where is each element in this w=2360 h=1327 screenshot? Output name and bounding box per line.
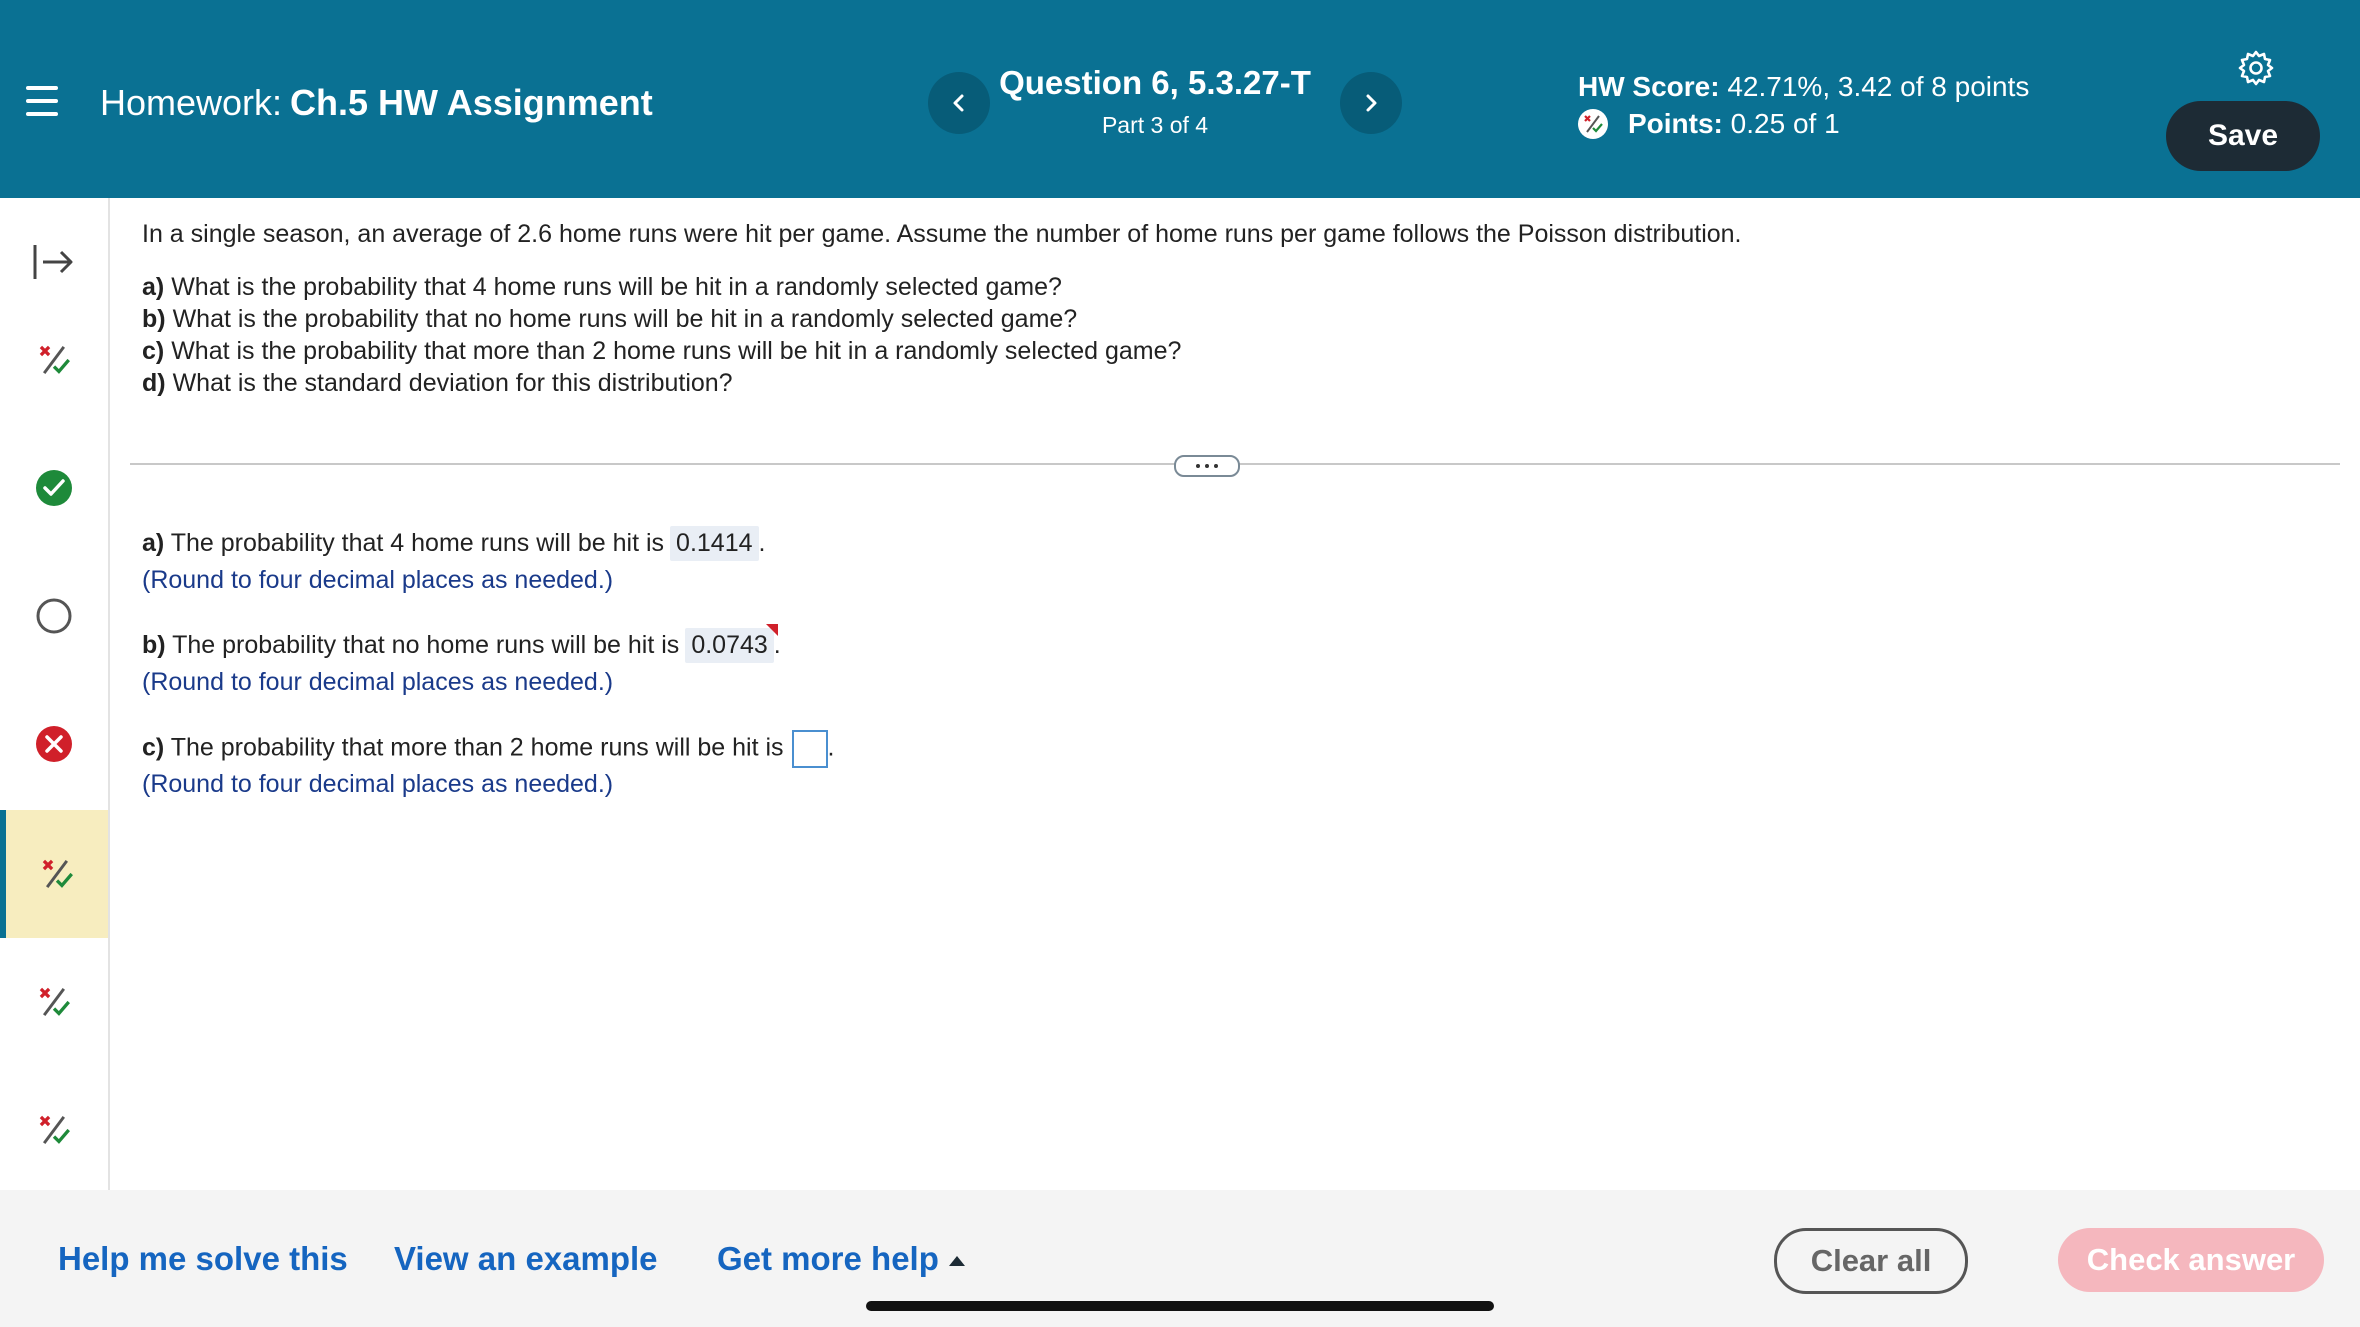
points-value: 0.25 of 1 xyxy=(1730,108,1840,139)
question-part: Part 3 of 4 xyxy=(1101,112,1209,138)
answer-text: The probability that more than 2 home ru… xyxy=(170,733,784,762)
caret-up-icon xyxy=(948,1256,965,1267)
chevron-left-icon xyxy=(953,94,964,112)
points-label: Points: xyxy=(1628,108,1723,139)
sidebar-question-3[interactable] xyxy=(0,552,108,680)
answer-text: The probability that 4 home runs will be… xyxy=(170,529,665,557)
answer-b-input[interactable]: 0.0743 xyxy=(685,624,779,663)
expand-arrow-icon xyxy=(33,245,73,279)
part-label: c) xyxy=(142,337,165,365)
clear-all-button[interactable]: Clear all xyxy=(1774,1228,1968,1294)
homework-name: Ch.5 HW Assignment xyxy=(290,82,653,123)
answer-a: a) The probability that 4 home runs will… xyxy=(142,526,765,561)
sidebar-question-6[interactable] xyxy=(0,938,108,1066)
question-part-b: b) What is the probability that no home … xyxy=(142,303,2322,335)
answer-label: a) xyxy=(142,529,165,557)
answer-c-hint: (Round to four decimal places as needed.… xyxy=(142,770,614,798)
sidebar-question-4[interactable] xyxy=(0,680,108,808)
hw-score-label: HW Score: xyxy=(1578,71,1720,102)
save-button[interactable]: Save xyxy=(2166,101,2320,171)
answer-b-hint: (Round to four decimal places as needed.… xyxy=(142,668,614,696)
question-part-c: c) What is the probability that more tha… xyxy=(142,335,2322,367)
sidebar-question-5-active[interactable] xyxy=(0,810,108,938)
answer-period: . xyxy=(758,529,766,557)
top-bar: Homework: Ch.5 HW Assignment Question 6, … xyxy=(0,0,2360,198)
hamburger-menu-icon[interactable] xyxy=(26,86,58,116)
question-content: In a single season, an average of 2.6 ho… xyxy=(142,220,2322,399)
answer-a-input[interactable]: 0.1414 xyxy=(670,526,759,561)
answer-label: b) xyxy=(142,631,166,659)
answer-period: . xyxy=(827,733,835,762)
check-answer-button[interactable]: Check answer xyxy=(2058,1228,2324,1292)
sidebar-question-2[interactable] xyxy=(0,424,108,552)
question-part-a: a) What is the probability that 4 home r… xyxy=(142,271,2322,303)
question-indicator: Question 6, 5.3.27-T Part 3 of 4 xyxy=(980,64,1330,139)
more-options-handle[interactable] xyxy=(1174,455,1240,477)
question-intro: In a single season, an average of 2.6 ho… xyxy=(142,220,1742,248)
partial-credit-icon xyxy=(39,987,70,1016)
answer-a-hint: (Round to four decimal places as needed.… xyxy=(142,566,614,594)
sidebar-question-7[interactable] xyxy=(0,1066,108,1194)
partial-credit-icon xyxy=(39,345,70,374)
hw-score: HW Score: 42.71%, 3.42 of 8 points xyxy=(1578,68,2029,105)
part-text: What is the probability that no home run… xyxy=(172,305,1078,333)
empty-circle-icon xyxy=(36,598,72,634)
sidebar-question-1[interactable] xyxy=(0,296,108,424)
part-label: a) xyxy=(142,273,165,301)
home-indicator xyxy=(866,1301,1494,1311)
answer-text: The probability that no home runs will b… xyxy=(172,631,680,659)
question-parts-list: a) What is the probability that 4 home r… xyxy=(142,271,2322,399)
question-title: Question 6, 5.3.27-T xyxy=(999,64,1311,101)
answer-b: b) The probability that no home runs wil… xyxy=(142,624,781,663)
answer-label: c) xyxy=(142,733,165,762)
score-block: HW Score: 42.71%, 3.42 of 8 points Point… xyxy=(1578,68,2029,142)
part-text: What is the probability that 4 home runs… xyxy=(171,273,1062,301)
partial-credit-icon xyxy=(39,1115,70,1144)
x-circle-icon xyxy=(36,726,72,762)
points-line: Points: 0.25 of 1 xyxy=(1578,105,2029,142)
part-label: b) xyxy=(142,305,166,333)
get-more-help-label: Get more help xyxy=(717,1240,939,1277)
homework-prefix: Homework: xyxy=(100,82,283,123)
question-part-d: d) What is the standard deviation for th… xyxy=(142,367,2322,399)
help-me-solve-link[interactable]: Help me solve this xyxy=(58,1240,348,1278)
gear-icon[interactable] xyxy=(2236,48,2276,88)
view-example-link[interactable]: View an example xyxy=(394,1240,658,1278)
next-question-button[interactable] xyxy=(1340,72,1402,134)
get-more-help-link[interactable]: Get more help xyxy=(717,1240,965,1278)
part-text: What is the standard deviation for this … xyxy=(172,369,733,397)
homework-title: Homework: Ch.5 HW Assignment xyxy=(100,82,653,124)
hw-score-value: 42.71%, 3.42 of 8 points xyxy=(1727,71,2030,102)
part-label: d) xyxy=(142,369,166,397)
answer-c-input[interactable] xyxy=(791,730,828,768)
part-text: What is the probability that more than 2… xyxy=(171,337,1182,365)
answer-c: c) The probability that more than 2 home… xyxy=(142,730,835,768)
chevron-right-icon xyxy=(1366,94,1377,112)
question-sidebar xyxy=(0,198,110,1190)
check-circle-icon xyxy=(36,470,72,506)
partial-credit-icon xyxy=(42,859,73,888)
partial-credit-icon xyxy=(1578,108,1608,139)
